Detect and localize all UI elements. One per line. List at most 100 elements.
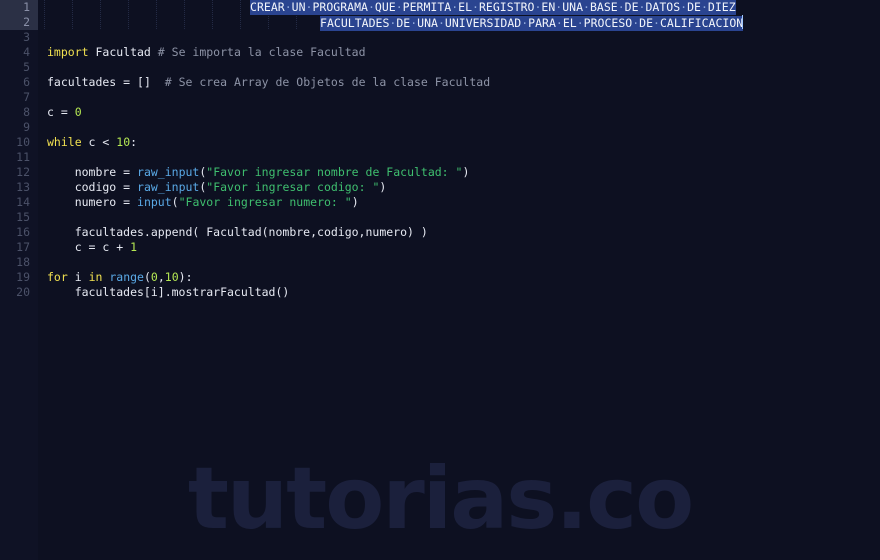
code-token-op: ):	[178, 270, 193, 284]
selected-text-row[interactable]: FACULTADES·DE·UNA·UNIVERSIDAD·PARA·EL·PR…	[320, 15, 744, 31]
space-dot-glyph: ·	[680, 0, 688, 14]
code-token-op: =	[88, 240, 103, 254]
space-dot-glyph: ·	[576, 16, 584, 30]
code-token-num: 0	[150, 270, 158, 284]
space-dot-glyph: ·	[521, 16, 529, 30]
code-line[interactable]	[38, 120, 880, 135]
gutter-line-number[interactable]: 2	[0, 15, 38, 30]
space-dot-glyph: ·	[472, 0, 479, 14]
code-surface[interactable]: import Facultad # Se importa la clase Fa…	[38, 0, 880, 560]
code-token-fn: input	[137, 195, 172, 209]
code-token-id: facultades[i].mostrarFacultad()	[47, 285, 290, 299]
space-dot-glyph: ·	[583, 0, 590, 14]
code-token-op: =	[123, 195, 138, 209]
space-dot-glyph: ·	[284, 0, 292, 14]
code-token-id: c	[102, 240, 117, 254]
space-dot-glyph: ·	[389, 16, 397, 30]
gutter-line-number[interactable]: 14	[0, 195, 38, 210]
code-token-op: (	[143, 270, 151, 284]
code-token-kw: import	[47, 45, 89, 59]
code-token-str: "Favor ingresar codigo: "	[206, 180, 380, 194]
code-token-cmt: # Se crea Array de Objetos de la clase F…	[157, 75, 491, 89]
space-dot-glyph: ·	[555, 16, 563, 30]
space-dot-glyph: ·	[395, 0, 403, 14]
code-token-id: i	[67, 270, 89, 284]
code-token-cmt: # Se importa la clase Facultad	[157, 45, 366, 59]
code-line[interactable]: codigo = raw_input("Favor ingresar codig…	[38, 180, 880, 195]
code-line[interactable]	[38, 210, 880, 225]
space-dot-glyph: ·	[451, 0, 459, 14]
code-token-kw: while	[47, 135, 82, 149]
line-number-gutter[interactable]: 1 2 3 4 5 6 7 8 9 10 11 12 13 14 15 16 17 18 19 20	[0, 0, 38, 560]
code-token-op: )	[462, 165, 470, 179]
text-caret	[742, 15, 744, 29]
code-line[interactable]: import Facultad # Se importa la clase Fa…	[38, 45, 880, 60]
code-token-op: )	[351, 195, 359, 209]
gutter-line-number[interactable]: 8	[0, 105, 38, 120]
code-token-op: ,	[157, 270, 165, 284]
space-dot-glyph: ·	[653, 16, 660, 30]
code-line[interactable]: facultades = [] # Se crea Array de Objet…	[38, 75, 880, 90]
space-dot-glyph: ·	[555, 0, 563, 14]
gutter-line-number[interactable]: 18	[0, 255, 38, 270]
code-line[interactable]	[38, 150, 880, 165]
code-token-id: c	[47, 240, 89, 254]
gutter-line-number[interactable]: 4	[0, 45, 38, 60]
gutter-line-number[interactable]: 7	[0, 90, 38, 105]
gutter-line-number[interactable]: 6	[0, 75, 38, 90]
gutter-line-number[interactable]: 15	[0, 210, 38, 225]
code-token-id: nombre	[47, 165, 124, 179]
code-token-op: )	[379, 180, 387, 194]
gutter-line-number[interactable]: 16	[0, 225, 38, 240]
code-token-fn: raw_input	[137, 180, 200, 194]
code-token-str: "Favor ingresar numero: "	[178, 195, 352, 209]
code-line[interactable]: while c < 10:	[38, 135, 880, 150]
code-token-id: Facultad	[88, 45, 158, 59]
code-line[interactable]: c = 0	[38, 105, 880, 120]
selected-text[interactable]: CREAR·UN·PROGRAMA·QUE·PERMITA·EL·REGISTR…	[250, 0, 736, 15]
code-token-str: "Favor ingresar nombre de Facultad: "	[206, 165, 463, 179]
space-dot-glyph: ·	[617, 0, 625, 14]
gutter-line-number[interactable]: 9	[0, 120, 38, 135]
code-token-id: codigo	[47, 180, 124, 194]
gutter-line-number[interactable]: 17	[0, 240, 38, 255]
gutter-line-number[interactable]: 3	[0, 30, 38, 45]
code-token-id: c	[81, 135, 103, 149]
gutter-line-number[interactable]: 1	[0, 0, 38, 15]
selected-text[interactable]: FACULTADES·DE·UNA·UNIVERSIDAD·PARA·EL·PR…	[320, 16, 744, 31]
code-line[interactable]: for i in range(0,10):	[38, 270, 880, 285]
code-line[interactable]: numero = input("Favor ingresar numero: "…	[38, 195, 880, 210]
code-token-fn: range	[109, 270, 144, 284]
gutter-line-number[interactable]: 19	[0, 270, 38, 285]
code-token-op: (	[171, 195, 179, 209]
code-editor[interactable]: tutorias.co import Facultad # Se importa…	[0, 0, 880, 560]
gutter-line-number[interactable]: 12	[0, 165, 38, 180]
code-line[interactable]: facultades[i].mostrarFacultad()	[38, 285, 880, 300]
gutter-line-number[interactable]: 20	[0, 285, 38, 300]
code-line[interactable]	[38, 30, 880, 45]
code-token-id: numero	[47, 195, 124, 209]
code-token-num: 10	[116, 135, 131, 149]
gutter-line-number[interactable]: 10	[0, 135, 38, 150]
code-line[interactable]	[38, 60, 880, 75]
code-line[interactable]: c = c + 1	[38, 240, 880, 255]
code-line[interactable]: facultades.append( Facultad(nombre,codig…	[38, 225, 880, 240]
gutter-line-number[interactable]: 11	[0, 150, 38, 165]
code-token-op: +	[116, 240, 131, 254]
code-token-id: c	[47, 105, 61, 119]
code-token-op: =	[123, 165, 138, 179]
code-token-op: :	[130, 135, 138, 149]
code-line[interactable]	[38, 90, 880, 105]
gutter-line-number[interactable]: 5	[0, 60, 38, 75]
space-dot-glyph: ·	[534, 0, 542, 14]
code-line[interactable]: nombre = raw_input("Favor ingresar nombr…	[38, 165, 880, 180]
code-line[interactable]	[38, 255, 880, 270]
code-token-op: <	[102, 135, 117, 149]
code-token-op: =	[60, 105, 75, 119]
code-token-num: 0	[74, 105, 82, 119]
gutter-line-number[interactable]: 13	[0, 180, 38, 195]
code-token-fn: raw_input	[137, 165, 200, 179]
selected-text-row[interactable]: CREAR·UN·PROGRAMA·QUE·PERMITA·EL·REGISTR…	[250, 0, 736, 15]
code-token-id: facultades.append( Facultad(nombre,codig…	[47, 225, 428, 239]
space-dot-glyph: ·	[638, 0, 646, 14]
